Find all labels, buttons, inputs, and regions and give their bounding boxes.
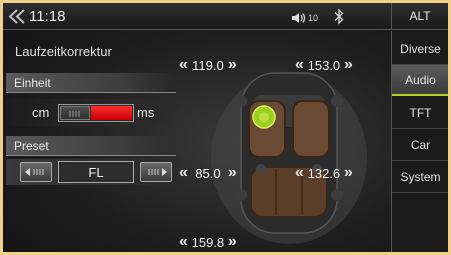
rear-left-value: 85.0 xyxy=(195,165,221,181)
rear-left-decrease-button[interactable]: « xyxy=(179,164,188,182)
speaker-subwoofer: « 159.8 » xyxy=(179,232,237,252)
subwoofer-increase-button[interactable]: » xyxy=(228,233,237,251)
toggle-active-fill xyxy=(91,106,132,120)
speaker-front-right: « 153.0 » xyxy=(295,55,353,75)
sidebar-item-diverse[interactable]: Diverse xyxy=(392,34,448,65)
alt-button[interactable]: ALT xyxy=(391,3,448,30)
rear-right-decrease-button[interactable]: « xyxy=(295,164,304,182)
rear-right-value: 132.6 xyxy=(307,165,341,181)
toggle-knob[interactable] xyxy=(60,106,90,120)
speaker-rear-right: « 132.6 » xyxy=(295,163,353,183)
speaker-rear-left: « 85.0 » xyxy=(179,163,237,183)
subwoofer-value: 159.8 xyxy=(191,234,225,250)
preset-value: FL xyxy=(58,161,134,183)
sidebar-item-tft[interactable]: TFT xyxy=(392,98,448,129)
preset-selector: FL xyxy=(6,159,186,185)
sidebar-item-car[interactable]: Car xyxy=(392,130,448,161)
rear-right-increase-button[interactable]: » xyxy=(344,164,353,182)
head-unit-screen: 11:18 10 ALT Laufzeitkorrektur Einheit c… xyxy=(3,3,448,252)
subwoofer-decrease-button[interactable]: « xyxy=(179,233,188,251)
speaker-front-left: « 119.0 » xyxy=(179,55,237,75)
status-bar: 11:18 10 ALT xyxy=(3,3,448,30)
bluetooth-icon xyxy=(334,8,344,25)
preset-next-button[interactable] xyxy=(140,162,172,182)
preset-prev-button[interactable] xyxy=(20,162,52,182)
unit-toggle[interactable] xyxy=(58,104,134,122)
rear-left-increase-button[interactable]: » xyxy=(228,164,237,182)
clock: 11:18 xyxy=(29,8,66,25)
unit-ms-label[interactable]: ms xyxy=(137,105,154,120)
preset-next-icon xyxy=(148,168,167,176)
front-right-value: 153.0 xyxy=(307,57,341,73)
page-title: Laufzeitkorrektur xyxy=(15,44,112,59)
volume-icon xyxy=(292,13,306,23)
sidebar-item-audio[interactable]: Audio xyxy=(392,65,448,96)
preset-section-header: Preset xyxy=(6,136,176,156)
unit-selector: cm ms xyxy=(6,99,176,127)
unit-section-header: Einheit xyxy=(6,73,176,93)
sidebar: Diverse Audio TFT Car System xyxy=(391,31,448,252)
sidebar-item-system[interactable]: System xyxy=(392,162,448,193)
volume-level: 10 xyxy=(308,13,319,23)
preset-prev-icon xyxy=(25,168,44,176)
unit-cm-label[interactable]: cm xyxy=(32,105,49,120)
front-right-decrease-button[interactable]: « xyxy=(295,56,304,74)
front-right-increase-button[interactable]: » xyxy=(344,56,353,74)
car-top-view-icon xyxy=(211,72,367,244)
front-left-decrease-button[interactable]: « xyxy=(179,56,188,74)
front-left-value: 119.0 xyxy=(192,57,224,73)
listening-position-icon[interactable] xyxy=(252,105,276,129)
grip-icon xyxy=(69,111,80,117)
back-arrow-icon[interactable] xyxy=(7,8,27,25)
front-left-increase-button[interactable]: » xyxy=(228,56,237,74)
